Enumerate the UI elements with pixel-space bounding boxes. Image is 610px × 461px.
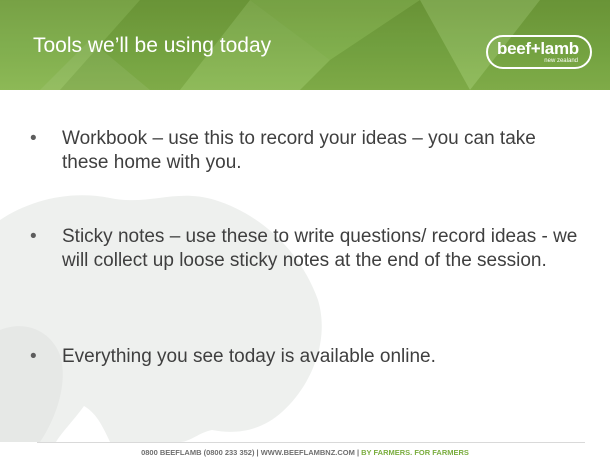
slide: Tools we’ll be using today beef+lamb new…: [0, 0, 610, 461]
bullet-item: • Workbook – use this to record your ide…: [30, 127, 582, 174]
bullet-text: Workbook – use this to record your ideas…: [62, 128, 536, 173]
bullet-text: Everything you see today is available on…: [62, 346, 436, 367]
bullet-marker: •: [30, 226, 37, 247]
bullet-item: • Sticky notes – use these to write ques…: [30, 225, 582, 272]
slide-footer: 0800 BEEFLAMB (0800 233 352) | WWW.BEEFL…: [0, 449, 610, 457]
slide-title: Tools we’ll be using today: [33, 34, 272, 57]
footer-tagline: BY FARMERS. FOR FARMERS: [361, 448, 469, 457]
logo-wordmark: beef+lamb: [497, 39, 579, 58]
slide-header: Tools we’ll be using today beef+lamb new…: [0, 0, 610, 90]
footer-contact: 0800 BEEFLAMB (0800 233 352) | WWW.BEEFL…: [141, 448, 362, 457]
bullet-marker: •: [30, 128, 37, 149]
sheep-watermark: [0, 195, 322, 442]
logo-subtitle: new zealand: [544, 58, 578, 64]
bullet-item: • Everything you see today is available …: [30, 345, 582, 369]
footer-divider: [37, 442, 585, 443]
bullet-text: Sticky notes – use these to write questi…: [62, 226, 578, 271]
beef-lamb-logo: beef+lamb new zealand: [486, 35, 592, 69]
bullet-marker: •: [30, 346, 37, 367]
